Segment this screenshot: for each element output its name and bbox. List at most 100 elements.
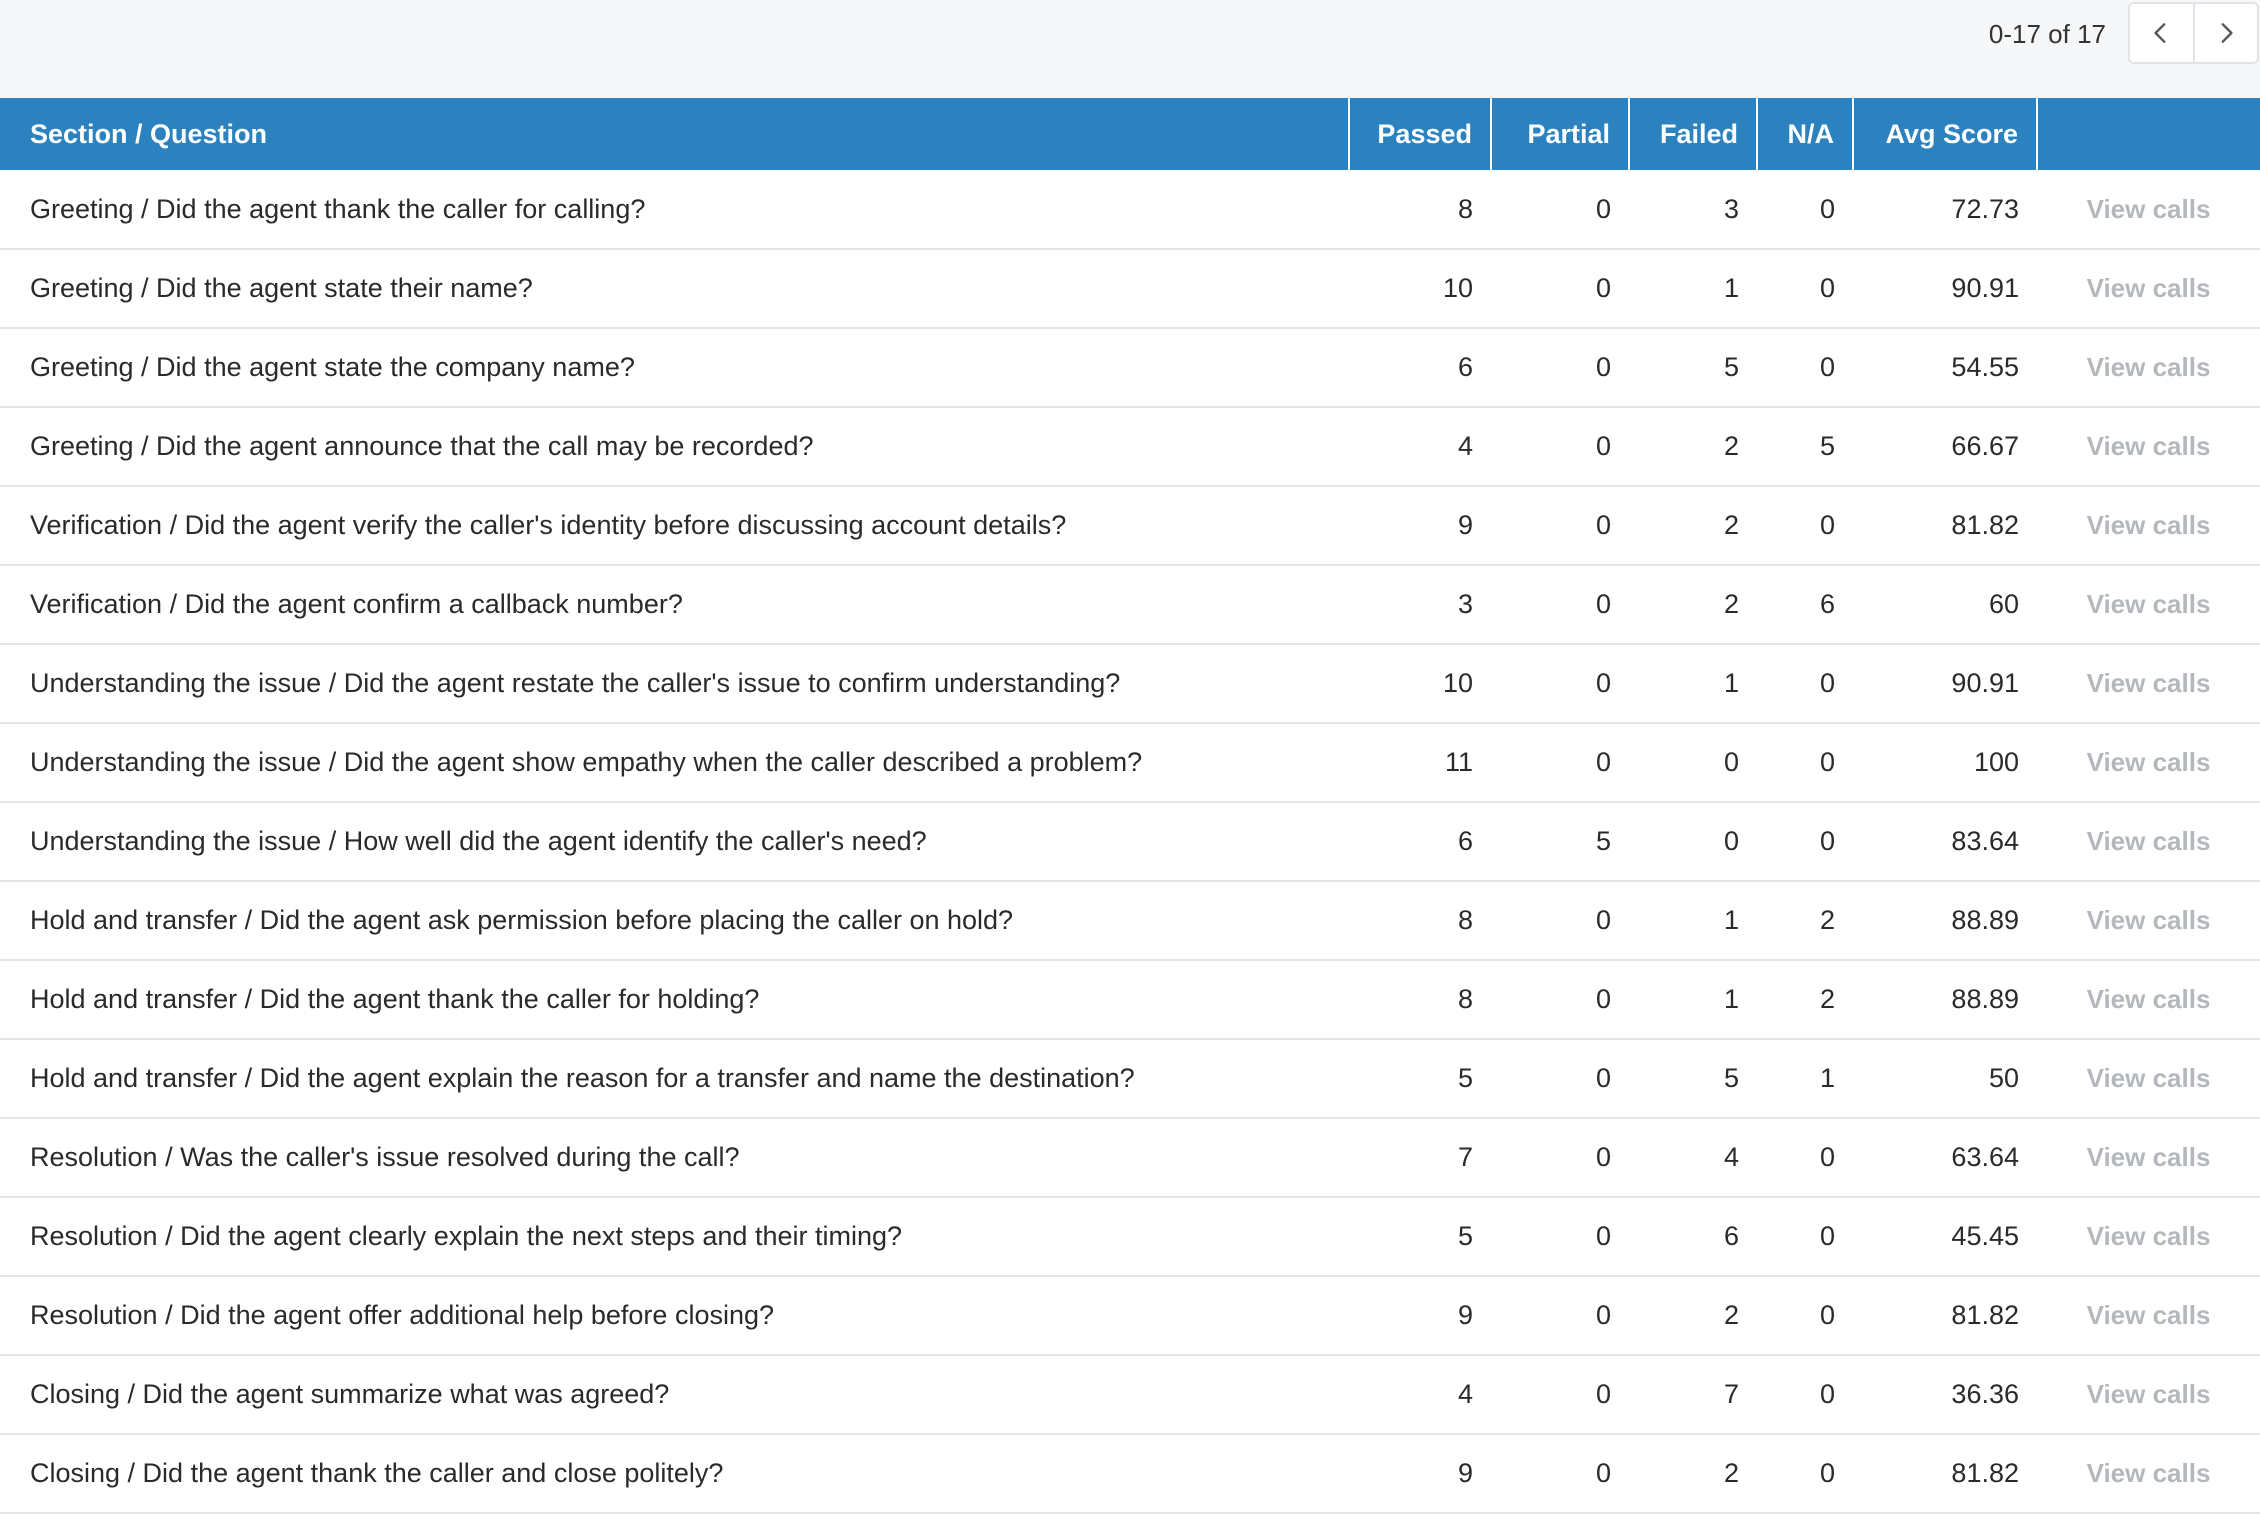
- partial-cell: 0: [1491, 723, 1629, 803]
- passed-cell: 7: [1349, 1118, 1491, 1198]
- failed-cell: 5: [1629, 1039, 1757, 1119]
- table-row: Understanding the issue / Did the agent …: [0, 644, 2260, 724]
- prev-page-button[interactable]: [2130, 4, 2193, 62]
- passed-cell: 9: [1349, 1434, 1491, 1514]
- actions-cell: View calls: [2037, 486, 2260, 566]
- column-header-avg-score[interactable]: Avg Score: [1852, 98, 2037, 170]
- question-cell: Resolution / Was the caller's issue reso…: [0, 1118, 1349, 1198]
- actions-cell: View calls: [2037, 565, 2260, 645]
- failed-cell: 7: [1629, 1355, 1757, 1435]
- partial-cell: 0: [1491, 1434, 1629, 1514]
- top-toolbar: 0-17 of 17: [0, 0, 2260, 98]
- passed-cell: 8: [1349, 881, 1491, 961]
- question-cell: Closing / Did the agent thank the caller…: [0, 1434, 1349, 1514]
- question-scores-table: Section / Question Passed Partial Failed…: [0, 98, 2260, 1514]
- actions-cell: View calls: [2037, 249, 2260, 329]
- view-calls-link[interactable]: View calls: [2087, 273, 2211, 303]
- view-calls-link[interactable]: View calls: [2087, 1379, 2211, 1409]
- partial-cell: 0: [1491, 170, 1629, 250]
- partial-cell: 0: [1491, 249, 1629, 329]
- avg-score-cell: 81.82: [1853, 1434, 2037, 1514]
- view-calls-link[interactable]: View calls: [2087, 747, 2211, 777]
- failed-cell: 6: [1629, 1197, 1757, 1277]
- avg-score-cell: 90.91: [1853, 644, 2037, 724]
- actions-cell: View calls: [2037, 960, 2260, 1040]
- avg-score-cell: 63.64: [1853, 1118, 2037, 1198]
- passed-cell: 4: [1349, 1355, 1491, 1435]
- view-calls-link[interactable]: View calls: [2087, 668, 2211, 698]
- question-cell: Greeting / Did the agent thank the calle…: [0, 170, 1349, 250]
- view-calls-link[interactable]: View calls: [2087, 510, 2211, 540]
- view-calls-link[interactable]: View calls: [2087, 1221, 2211, 1251]
- question-cell: Hold and transfer / Did the agent ask pe…: [0, 881, 1349, 961]
- partial-cell: 0: [1491, 1039, 1629, 1119]
- partial-cell: 5: [1491, 802, 1629, 882]
- next-page-button[interactable]: [2192, 4, 2258, 62]
- table-row: Verification / Did the agent confirm a c…: [0, 565, 2260, 645]
- failed-cell: 2: [1629, 565, 1757, 645]
- passed-cell: 8: [1349, 960, 1491, 1040]
- avg-score-cell: 45.45: [1853, 1197, 2037, 1277]
- passed-cell: 5: [1349, 1197, 1491, 1277]
- table-header-row: Section / Question Passed Partial Failed…: [0, 98, 2260, 170]
- na-cell: 1: [1757, 1039, 1853, 1119]
- passed-cell: 5: [1349, 1039, 1491, 1119]
- table-row: Greeting / Did the agent state the compa…: [0, 328, 2260, 408]
- question-cell: Hold and transfer / Did the agent explai…: [0, 1039, 1349, 1119]
- table-row: Resolution / Was the caller's issue reso…: [0, 1118, 2260, 1198]
- question-cell: Verification / Did the agent verify the …: [0, 486, 1349, 566]
- passed-cell: 9: [1349, 486, 1491, 566]
- avg-score-cell: 60: [1853, 565, 2037, 645]
- passed-cell: 10: [1349, 249, 1491, 329]
- view-calls-link[interactable]: View calls: [2087, 589, 2211, 619]
- passed-cell: 10: [1349, 644, 1491, 724]
- table-row: Verification / Did the agent verify the …: [0, 486, 2260, 566]
- failed-cell: 2: [1629, 1276, 1757, 1356]
- question-cell: Greeting / Did the agent state their nam…: [0, 249, 1349, 329]
- na-cell: 0: [1757, 170, 1853, 250]
- column-header-failed[interactable]: Failed: [1628, 98, 1757, 170]
- avg-score-cell: 36.36: [1853, 1355, 2037, 1435]
- view-calls-link[interactable]: View calls: [2087, 1142, 2211, 1172]
- actions-cell: View calls: [2037, 170, 2260, 250]
- table-row: Closing / Did the agent summarize what w…: [0, 1355, 2260, 1435]
- view-calls-link[interactable]: View calls: [2087, 1458, 2211, 1488]
- partial-cell: 0: [1491, 644, 1629, 724]
- column-header-question[interactable]: Section / Question: [0, 98, 1349, 170]
- question-cell: Understanding the issue / How well did t…: [0, 802, 1349, 882]
- actions-cell: View calls: [2037, 1434, 2260, 1514]
- partial-cell: 0: [1491, 486, 1629, 566]
- table-row: Resolution / Did the agent clearly expla…: [0, 1197, 2260, 1277]
- passed-cell: 9: [1349, 1276, 1491, 1356]
- failed-cell: 2: [1629, 407, 1757, 487]
- partial-cell: 0: [1491, 1276, 1629, 1356]
- na-cell: 0: [1757, 1197, 1853, 1277]
- view-calls-link[interactable]: View calls: [2087, 1063, 2211, 1093]
- view-calls-link[interactable]: View calls: [2087, 905, 2211, 935]
- question-cell: Understanding the issue / Did the agent …: [0, 723, 1349, 803]
- failed-cell: 4: [1629, 1118, 1757, 1198]
- na-cell: 0: [1757, 249, 1853, 329]
- view-calls-link[interactable]: View calls: [2087, 984, 2211, 1014]
- na-cell: 0: [1757, 1434, 1853, 1514]
- actions-cell: View calls: [2037, 1276, 2260, 1356]
- actions-cell: View calls: [2037, 407, 2260, 487]
- view-calls-link[interactable]: View calls: [2087, 194, 2211, 224]
- view-calls-link[interactable]: View calls: [2087, 352, 2211, 382]
- question-cell: Verification / Did the agent confirm a c…: [0, 565, 1349, 645]
- partial-cell: 0: [1491, 1197, 1629, 1277]
- column-header-partial[interactable]: Partial: [1490, 98, 1629, 170]
- column-header-na[interactable]: N/A: [1756, 98, 1853, 170]
- view-calls-link[interactable]: View calls: [2087, 431, 2211, 461]
- view-calls-link[interactable]: View calls: [2087, 1300, 2211, 1330]
- view-calls-link[interactable]: View calls: [2087, 826, 2211, 856]
- column-header-actions: [2036, 98, 2260, 170]
- na-cell: 0: [1757, 486, 1853, 566]
- table-row: Understanding the issue / Did the agent …: [0, 723, 2260, 803]
- na-cell: 5: [1757, 407, 1853, 487]
- avg-score-cell: 72.73: [1853, 170, 2037, 250]
- passed-cell: 8: [1349, 170, 1491, 250]
- partial-cell: 0: [1491, 565, 1629, 645]
- pagination-range: 0-17 of 17: [1988, 19, 2106, 49]
- column-header-passed[interactable]: Passed: [1348, 98, 1491, 170]
